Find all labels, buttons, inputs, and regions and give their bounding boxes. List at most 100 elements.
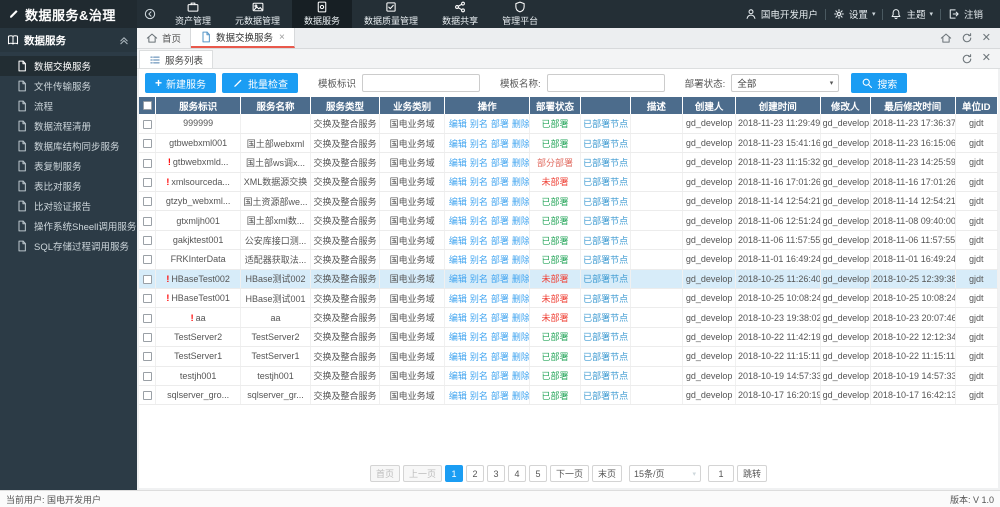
op-link-删除[interactable]: 删除	[512, 332, 529, 342]
topnav-item-管理平台[interactable]: 管理平台	[490, 0, 550, 28]
op-link-编辑[interactable]: 编辑	[449, 236, 467, 246]
close-icon[interactable]: ✕	[982, 32, 991, 44]
op-link-编辑[interactable]: 编辑	[449, 352, 467, 362]
op-link-别名[interactable]: 别名	[470, 197, 488, 207]
settings-menu[interactable]: 设置 ▾	[826, 7, 883, 21]
pagination-last-button[interactable]: 末页	[592, 465, 623, 482]
op-link-部署[interactable]: 部署	[491, 332, 509, 342]
row-checkbox[interactable]	[142, 255, 152, 265]
op-link-删除[interactable]: 删除	[512, 255, 529, 265]
deployed-nodes-link[interactable]: 已部署节点	[583, 216, 628, 226]
op-link-部署[interactable]: 部署	[491, 139, 509, 149]
deployed-nodes-link[interactable]: 已部署节点	[583, 119, 628, 129]
deployed-nodes-link[interactable]: 已部署节点	[583, 139, 628, 149]
page-jump-button[interactable]: 跳转	[737, 465, 768, 482]
op-link-部署[interactable]: 部署	[491, 197, 509, 207]
pagination-page-2[interactable]: 2	[465, 465, 484, 482]
row-checkbox[interactable]	[142, 333, 152, 343]
op-link-删除[interactable]: 删除	[512, 371, 529, 381]
deployed-nodes-link[interactable]: 已部署节点	[583, 255, 628, 265]
row-checkbox[interactable]	[142, 236, 152, 246]
op-link-删除[interactable]: 删除	[512, 158, 529, 168]
sidebar-collapse-button[interactable]	[137, 0, 163, 28]
op-link-别名[interactable]: 别名	[470, 352, 488, 362]
op-link-别名[interactable]: 别名	[470, 391, 488, 401]
pagination-page-4[interactable]: 4	[507, 465, 526, 482]
op-link-编辑[interactable]: 编辑	[449, 371, 467, 381]
topnav-item-资产管理[interactable]: 资产管理	[163, 0, 223, 28]
op-link-别名[interactable]: 别名	[470, 216, 488, 226]
deployed-nodes-link[interactable]: 已部署节点	[583, 371, 628, 381]
row-checkbox[interactable]	[142, 371, 152, 381]
op-link-别名[interactable]: 别名	[470, 236, 488, 246]
deployed-nodes-link[interactable]: 已部署节点	[583, 274, 628, 284]
page-jump-input[interactable]	[708, 465, 735, 482]
home-icon[interactable]	[940, 32, 952, 44]
row-checkbox[interactable]	[142, 158, 152, 168]
row-checkbox[interactable]	[142, 274, 152, 284]
current-user-menu[interactable]: 国电开发用户	[738, 7, 825, 21]
row-checkbox[interactable]	[142, 294, 152, 304]
deploy-status-select[interactable]: 全部 ▾	[731, 74, 840, 92]
op-link-编辑[interactable]: 编辑	[449, 216, 467, 226]
op-link-编辑[interactable]: 编辑	[449, 391, 467, 401]
op-link-删除[interactable]: 删除	[512, 139, 529, 149]
tab-service-list[interactable]: 服务列表	[139, 50, 214, 68]
op-link-部署[interactable]: 部署	[491, 177, 509, 187]
deployed-nodes-link[interactable]: 已部署节点	[583, 197, 628, 207]
row-checkbox[interactable]	[142, 352, 152, 362]
template-id-input[interactable]	[362, 74, 481, 92]
deployed-nodes-link[interactable]: 已部署节点	[583, 352, 628, 362]
pagination-page-1[interactable]: 1	[444, 465, 463, 482]
op-link-删除[interactable]: 删除	[512, 216, 529, 226]
deployed-nodes-link[interactable]: 已部署节点	[583, 313, 628, 323]
chevrons-up-icon[interactable]	[118, 34, 130, 46]
op-link-别名[interactable]: 别名	[470, 177, 488, 187]
sidebar-item-表比对服务[interactable]: 表比对服务	[0, 176, 137, 196]
topnav-item-元数据管理[interactable]: 元数据管理	[223, 0, 292, 28]
topnav-item-数据共享[interactable]: 数据共享	[430, 0, 490, 28]
op-link-编辑[interactable]: 编辑	[449, 139, 467, 149]
op-link-编辑[interactable]: 编辑	[449, 255, 467, 265]
op-link-编辑[interactable]: 编辑	[449, 332, 467, 342]
op-link-删除[interactable]: 删除	[512, 236, 529, 246]
pagination-next-button[interactable]: 下一页	[549, 465, 589, 482]
op-link-部署[interactable]: 部署	[491, 216, 509, 226]
logout-button[interactable]: 注销	[941, 7, 990, 21]
op-link-部署[interactable]: 部署	[491, 352, 509, 362]
op-link-部署[interactable]: 部署	[491, 274, 509, 284]
deployed-nodes-link[interactable]: 已部署节点	[583, 391, 628, 401]
op-link-别名[interactable]: 别名	[470, 294, 488, 304]
tab-数据交换服务[interactable]: 数据交换服务 ×	[191, 28, 295, 48]
op-link-删除[interactable]: 删除	[512, 313, 529, 323]
sidebar-item-SQL存储过程调用服务[interactable]: SQL存储过程调用服务	[0, 236, 137, 256]
op-link-删除[interactable]: 删除	[512, 177, 529, 187]
sidebar-item-流程[interactable]: 流程	[0, 96, 137, 116]
deployed-nodes-link[interactable]: 已部署节点	[583, 177, 628, 187]
new-service-button[interactable]: + 新建服务	[145, 73, 217, 93]
op-link-别名[interactable]: 别名	[470, 332, 488, 342]
op-link-别名[interactable]: 别名	[470, 119, 488, 129]
op-link-部署[interactable]: 部署	[491, 158, 509, 168]
deployed-nodes-link[interactable]: 已部署节点	[583, 236, 628, 246]
row-checkbox[interactable]	[142, 391, 152, 401]
op-link-编辑[interactable]: 编辑	[449, 177, 467, 187]
refresh-icon[interactable]	[961, 53, 973, 65]
pagination-page-5[interactable]: 5	[528, 465, 547, 482]
row-checkbox[interactable]	[142, 313, 152, 323]
template-name-input[interactable]	[546, 74, 665, 92]
op-link-编辑[interactable]: 编辑	[449, 274, 467, 284]
op-link-编辑[interactable]: 编辑	[449, 158, 467, 168]
close-icon[interactable]: ✕	[982, 53, 991, 64]
op-link-编辑[interactable]: 编辑	[449, 294, 467, 304]
op-link-别名[interactable]: 别名	[470, 313, 488, 323]
sidebar-item-比对验证报告[interactable]: 比对验证报告	[0, 196, 137, 216]
op-link-编辑[interactable]: 编辑	[449, 313, 467, 323]
op-link-部署[interactable]: 部署	[491, 294, 509, 304]
deployed-nodes-link[interactable]: 已部署节点	[583, 158, 628, 168]
op-link-删除[interactable]: 删除	[512, 274, 529, 284]
op-link-删除[interactable]: 删除	[512, 391, 529, 401]
op-link-别名[interactable]: 别名	[470, 371, 488, 381]
op-link-部署[interactable]: 部署	[491, 255, 509, 265]
op-link-部署[interactable]: 部署	[491, 236, 509, 246]
